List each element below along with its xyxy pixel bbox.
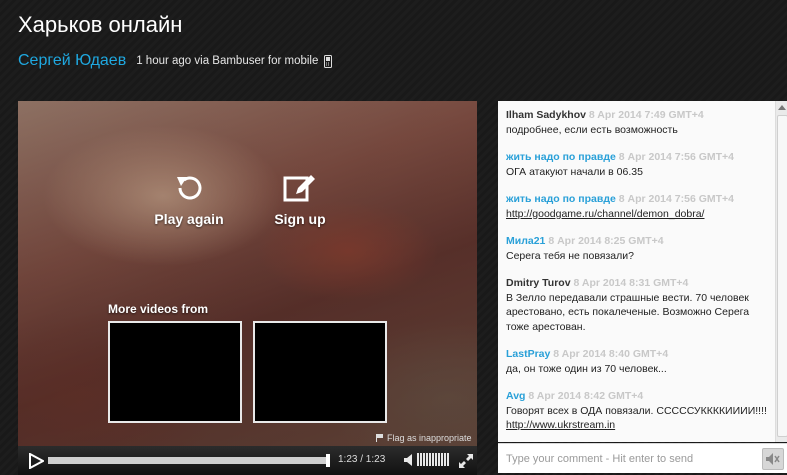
chat-author[interactable]: LastPray [506, 348, 550, 360]
flag-link[interactable]: Flag as inappropriate [376, 433, 472, 443]
chat-text: В Зелло передавали страшные вести. 70 че… [506, 291, 750, 333]
broadcast-meta: 1 hour ago via Bambuser for mobile [136, 55, 319, 67]
scroll-up-arrow-icon[interactable] [778, 105, 786, 110]
chat-text: подробнее, если есть возможность [506, 123, 678, 136]
chat-timestamp: 8 Apr 2014 8:25 GMT+4 [548, 235, 664, 247]
author-link[interactable]: Сергей Юдаев [18, 52, 126, 70]
chat-author[interactable]: жить надо по правде [506, 151, 616, 163]
chat-panel: Ilham Sadykhov 8 Apr 2014 7:49 GMT+4 под… [498, 101, 787, 442]
progress-handle[interactable] [326, 454, 330, 467]
chat-author[interactable]: Мила21 [506, 235, 545, 247]
scroll-thumb[interactable] [777, 115, 787, 437]
edit-icon [283, 175, 315, 202]
replay-icon [177, 176, 202, 200]
play-again-button[interactable]: Play again [153, 171, 225, 227]
chat-timestamp: 8 Apr 2014 8:31 GMT+4 [573, 277, 689, 289]
flag-icon [376, 434, 383, 442]
chat-author[interactable]: Avg [506, 390, 525, 402]
fullscreen-button[interactable] [458, 453, 474, 474]
volume-control[interactable] [404, 453, 450, 466]
speaker-mute-icon [766, 453, 780, 465]
time-display: 1:23 / 1:23 [338, 454, 386, 465]
sign-up-button[interactable]: Sign up [268, 171, 332, 227]
flag-label: Flag as inappropriate [387, 433, 472, 443]
chat-author[interactable]: жить надо по правде [506, 193, 616, 205]
page-title: Харьков онлайн [18, 12, 183, 37]
fullscreen-icon [459, 454, 473, 468]
chat-timestamp: 8 Apr 2014 7:49 GMT+4 [588, 109, 704, 121]
chat-text: да, он тоже один из 70 человек... [506, 362, 667, 375]
chat-author[interactable]: Ilham Sadykhov [506, 109, 586, 121]
comment-input[interactable] [500, 446, 763, 472]
play-button[interactable] [24, 451, 48, 471]
chat-author[interactable]: Dmitry Turov [506, 277, 571, 289]
progress-bar[interactable] [48, 454, 330, 467]
chat-link[interactable]: http://www.ukrstream.in [506, 419, 615, 431]
chat-message: Avg 8 Apr 2014 8:42 GMT+4 Говорят всех в… [506, 389, 768, 433]
comment-box [498, 443, 787, 473]
player-controls: 1:23 / 1:23 [18, 446, 477, 475]
chat-message: LastPray 8 Apr 2014 8:40 GMT+4 да, он то… [506, 347, 768, 376]
chat-message: жить надо по правде 8 Apr 2014 7:56 GMT+… [506, 150, 768, 179]
mobile-phone-icon [324, 54, 333, 68]
chat-message: Мила21 8 Apr 2014 8:25 GMT+4 Серега тебя… [506, 234, 768, 263]
send-button[interactable] [762, 448, 784, 470]
chat-text: Говорят всех в ОДА повязали. СССССУККККИ… [506, 404, 767, 417]
chat-text: ОГА атакуют начали в 06.35 [506, 165, 643, 178]
chat-message: жить надо по правде 8 Apr 2014 7:56 GMT+… [506, 192, 768, 221]
speaker-icon [404, 453, 412, 466]
byline: Сергей Юдаев 1 hour ago via Bambuser for… [18, 51, 333, 71]
video-thumbnail[interactable] [253, 321, 387, 423]
chat-link[interactable]: http://goodgame.ru/channel/demon_dobra/ [506, 208, 704, 220]
more-videos-label: More videos from [108, 302, 209, 316]
video-player[interactable]: Play again Sign up More videos from Flag… [18, 101, 477, 475]
chat-text: Серега тебя не повязали? [506, 249, 634, 262]
chat-message: Ilham Sadykhov 8 Apr 2014 7:49 GMT+4 под… [506, 108, 768, 137]
volume-level-bars[interactable] [417, 453, 450, 466]
chat-timestamp: 8 Apr 2014 8:42 GMT+4 [528, 390, 644, 402]
play-again-label: Play again [154, 211, 224, 227]
progress-fill [48, 457, 330, 464]
chat-message-list: Ilham Sadykhov 8 Apr 2014 7:49 GMT+4 под… [506, 108, 768, 442]
chat-timestamp: 8 Apr 2014 8:40 GMT+4 [553, 348, 669, 360]
chat-scrollbar[interactable] [775, 101, 787, 442]
chat-timestamp: 8 Apr 2014 7:56 GMT+4 [618, 193, 735, 205]
play-icon [29, 452, 44, 469]
sign-up-label: Sign up [274, 211, 326, 227]
video-thumbnail[interactable] [108, 321, 242, 423]
chat-message: Dmitry Turov 8 Apr 2014 8:31 GMT+4 В Зел… [506, 276, 768, 334]
chat-timestamp: 8 Apr 2014 7:56 GMT+4 [618, 151, 735, 163]
